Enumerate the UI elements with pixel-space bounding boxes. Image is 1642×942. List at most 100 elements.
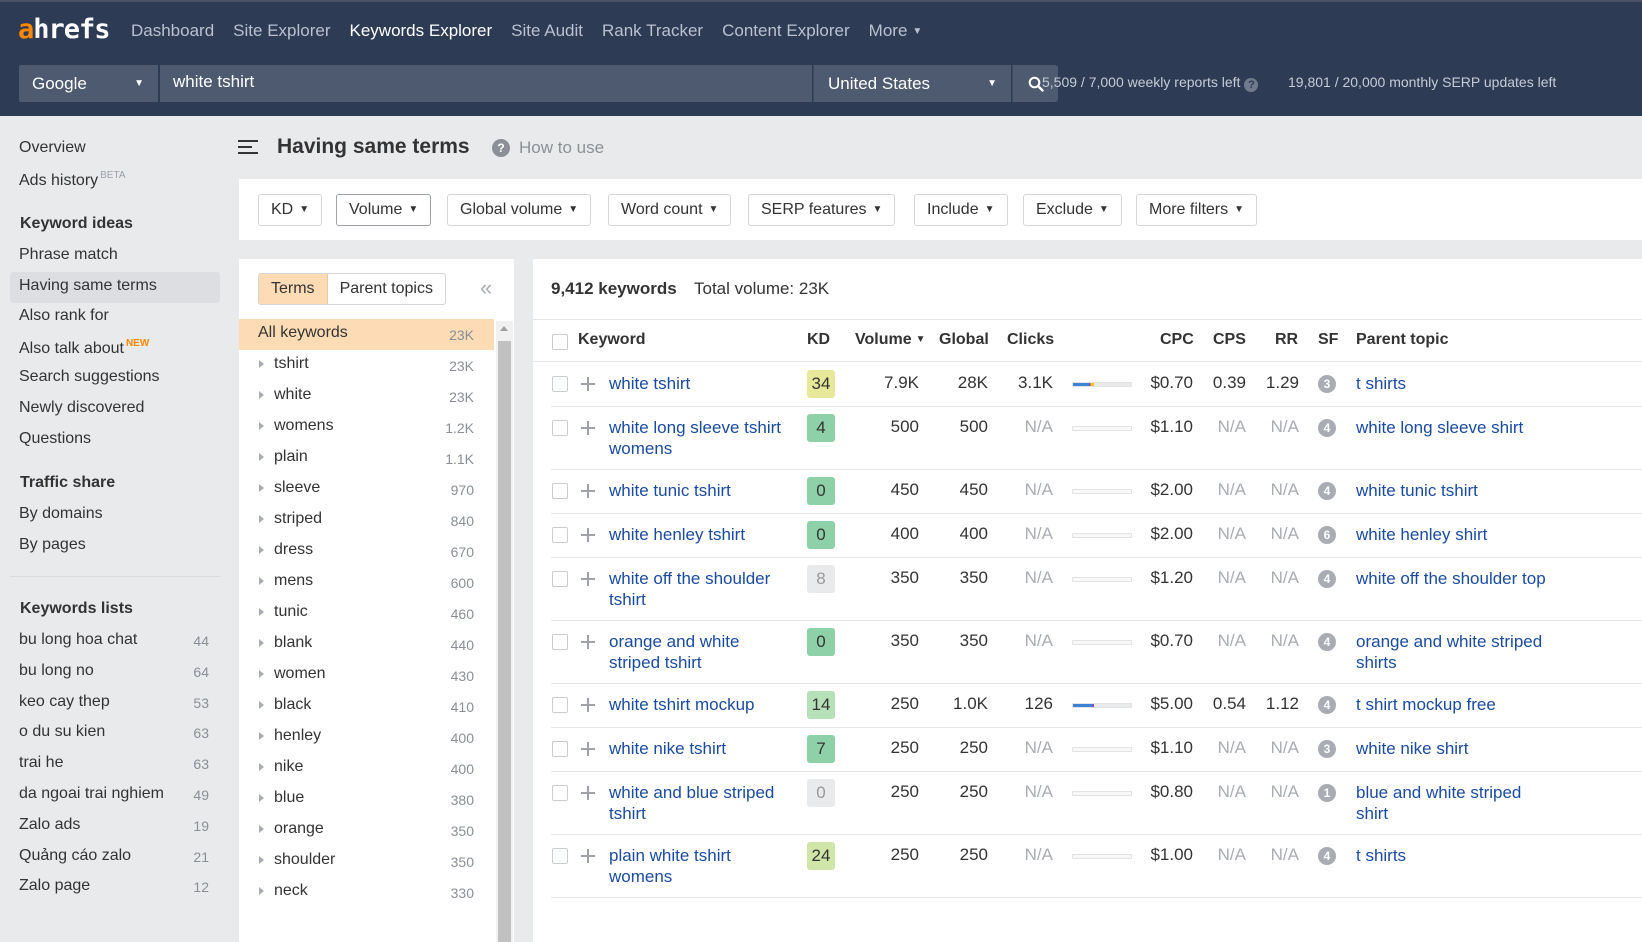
sidebar-item-having-same-terms[interactable]: Having same terms (19, 277, 157, 295)
scrollbar-thumb[interactable] (498, 341, 511, 942)
sidebar-item-also-rank-for[interactable]: Also rank for (19, 307, 109, 325)
filter-serp-features[interactable]: SERP features ▼ (748, 194, 896, 226)
parent-topic-link[interactable]: white nike shirt (1356, 738, 1556, 759)
serp-features-count[interactable]: 6 (1318, 526, 1336, 544)
tab-parent-topics[interactable]: Parent topics (328, 274, 445, 304)
filter-more-filters[interactable]: More filters ▼ (1136, 194, 1258, 226)
sidebar-item-by-pages[interactable]: By pages (19, 536, 86, 554)
column-header-kd[interactable]: KD (807, 331, 830, 349)
parent-topic-link[interactable]: white tunic tshirt (1356, 480, 1556, 501)
expand-arrow-icon[interactable] (259, 360, 264, 368)
term-item[interactable]: blue 380 (239, 784, 494, 815)
term-item[interactable]: women 430 (239, 660, 494, 691)
expand-arrow-icon[interactable] (259, 639, 264, 647)
keyword-list-item[interactable]: bu long hoa chat 44 (19, 631, 209, 649)
keyword-link[interactable]: white tshirt mockup (609, 694, 794, 715)
keyword-list-item[interactable]: o du su kien 63 (19, 723, 209, 741)
row-checkbox[interactable] (552, 376, 568, 392)
keyword-link[interactable]: orange and white striped tshirt (609, 631, 794, 673)
nav-item-site-explorer[interactable]: Site Explorer (233, 21, 330, 41)
parent-topic-link[interactable]: t shirt mockup free (1356, 694, 1556, 715)
row-checkbox[interactable] (552, 848, 568, 864)
row-checkbox[interactable] (552, 483, 568, 499)
row-checkbox[interactable] (552, 741, 568, 757)
keyword-link[interactable]: white long sleeve tshirt womens (609, 417, 794, 459)
keyword-list-item[interactable]: trai he 63 (19, 754, 209, 772)
term-item[interactable]: black 410 (239, 691, 494, 722)
keyword-list-item[interactable]: Quảng cáo zalo 21 (19, 847, 209, 865)
nav-item-content-explorer[interactable]: Content Explorer (722, 21, 850, 41)
filter-global-volume[interactable]: Global volume ▼ (447, 194, 592, 226)
help-icon[interactable]: ? (1244, 78, 1259, 92)
sidebar-item-questions[interactable]: Questions (19, 430, 91, 448)
term-item[interactable]: tshirt 23K (239, 350, 494, 381)
sidebar-item-by-domains[interactable]: By domains (19, 505, 103, 523)
expand-arrow-icon[interactable] (259, 701, 264, 709)
expand-arrow-icon[interactable] (259, 670, 264, 678)
term-item[interactable]: plain 1.1K (239, 443, 494, 474)
expand-arrow-icon[interactable] (259, 794, 264, 802)
expand-arrow-icon[interactable] (259, 515, 264, 523)
serp-features-count[interactable]: 3 (1318, 740, 1336, 758)
expand-arrow-icon[interactable] (259, 546, 264, 554)
keyword-list-item[interactable]: bu long no 64 (19, 662, 209, 680)
parent-topic-link[interactable]: white off the shoulder top (1356, 568, 1556, 589)
sidebar-item-search-suggestions[interactable]: Search suggestions (19, 368, 160, 386)
serp-features-count[interactable]: 3 (1318, 375, 1336, 393)
term-item[interactable]: shoulder 350 (239, 846, 494, 877)
keyword-link[interactable]: white nike tshirt (609, 738, 794, 759)
column-header-rr[interactable]: RR (1275, 331, 1298, 349)
keyword-link[interactable]: white tshirt (609, 373, 794, 394)
add-to-list-icon[interactable] (581, 786, 595, 800)
add-to-list-icon[interactable] (581, 698, 595, 712)
expand-arrow-icon[interactable] (259, 391, 264, 399)
column-header-global[interactable]: Global (939, 331, 989, 349)
nav-item-more[interactable]: More ▼ (869, 21, 923, 41)
row-checkbox[interactable] (552, 697, 568, 713)
parent-topic-link[interactable]: t shirts (1356, 373, 1556, 394)
term-item[interactable]: striped 840 (239, 505, 494, 536)
parent-topic-link[interactable]: white long sleeve shirt (1356, 417, 1556, 438)
expand-arrow-icon[interactable] (259, 732, 264, 740)
filter-exclude[interactable]: Exclude ▼ (1023, 194, 1122, 226)
row-checkbox[interactable] (552, 634, 568, 650)
scroll-up-arrow-icon[interactable] (500, 326, 508, 331)
sidebar-item-phrase-match[interactable]: Phrase match (19, 246, 118, 264)
filter-volume[interactable]: Volume ▼ (336, 194, 432, 226)
keyword-list-item[interactable]: Zalo page 12 (19, 877, 209, 895)
keyword-link[interactable]: white and blue striped tshirt (609, 782, 794, 824)
menu-toggle-icon[interactable] (238, 140, 258, 158)
sidebar-item-ads-history[interactable]: Ads history BETA (19, 170, 126, 190)
term-all-keywords[interactable]: All keywords 23K (239, 319, 494, 350)
term-item[interactable]: neck 330 (239, 877, 494, 908)
parent-topic-link[interactable]: blue and white striped shirt (1356, 782, 1556, 824)
search-engine-select[interactable]: Google ▼ (19, 65, 158, 102)
terms-scrollbar[interactable] (496, 321, 513, 942)
expand-arrow-icon[interactable] (259, 422, 264, 430)
keyword-search-input[interactable]: white tshirt (160, 65, 812, 102)
row-checkbox[interactable] (552, 785, 568, 801)
parent-topic-link[interactable]: white henley shirt (1356, 524, 1556, 545)
term-item[interactable]: mens 600 (239, 567, 494, 598)
add-to-list-icon[interactable] (581, 528, 595, 542)
column-header-cps[interactable]: CPS (1213, 331, 1246, 349)
nav-item-dashboard[interactable]: Dashboard (131, 21, 214, 41)
parent-topic-link[interactable]: orange and white striped shirts (1356, 631, 1556, 673)
keyword-list-item[interactable]: da ngoai trai nghiem 49 (19, 785, 209, 803)
keyword-list-item[interactable]: keo cay thep 53 (19, 693, 209, 711)
expand-arrow-icon[interactable] (259, 887, 264, 895)
filter-word-count[interactable]: Word count ▼ (608, 194, 732, 226)
serp-features-count[interactable]: 4 (1318, 570, 1336, 588)
term-item[interactable]: tunic 460 (239, 598, 494, 629)
select-all-checkbox[interactable] (552, 334, 568, 350)
add-to-list-icon[interactable] (581, 421, 595, 435)
keyword-link[interactable]: white henley tshirt (609, 524, 794, 545)
term-item[interactable]: blank 440 (239, 629, 494, 660)
serp-features-count[interactable]: 4 (1318, 847, 1336, 865)
expand-arrow-icon[interactable] (259, 763, 264, 771)
sidebar-item-also-talk-about[interactable]: Also talk about NEW (19, 338, 149, 358)
nav-item-site-audit[interactable]: Site Audit (511, 21, 583, 41)
term-item[interactable]: sleeve 970 (239, 474, 494, 505)
add-to-list-icon[interactable] (581, 849, 595, 863)
expand-arrow-icon[interactable] (259, 825, 264, 833)
